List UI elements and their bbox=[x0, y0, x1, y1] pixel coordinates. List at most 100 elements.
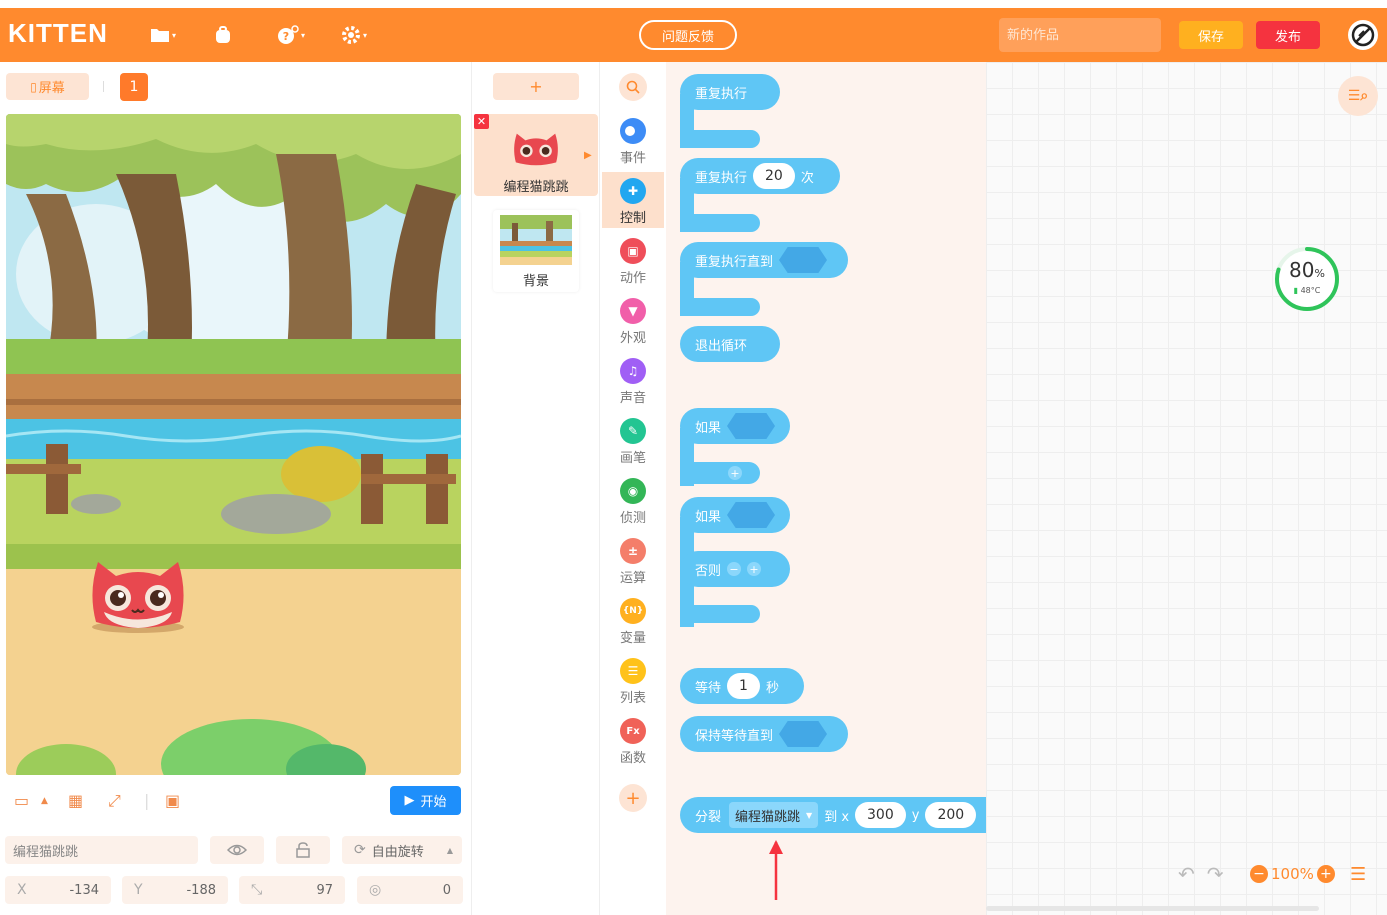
zoom-in-button[interactable]: + bbox=[1316, 865, 1335, 883]
size-field[interactable]: ⤡ 97 bbox=[239, 876, 345, 904]
block-unit: 秒 bbox=[765, 680, 779, 696]
help-menu[interactable]: ? ▾ bbox=[277, 24, 305, 46]
clone-y-input[interactable]: 200 bbox=[925, 802, 977, 828]
play-icon: ▶ bbox=[404, 793, 415, 808]
delete-sprite-icon[interactable]: ✕ bbox=[474, 114, 489, 129]
category-lists[interactable]: ☰ 列表 bbox=[602, 652, 664, 708]
stage-scene bbox=[6, 114, 461, 775]
block-search-button[interactable] bbox=[619, 73, 647, 101]
category-functions[interactable]: Fx 函数 bbox=[602, 712, 664, 768]
sprite-card-selected[interactable]: ▶ 编程猫跳跳 bbox=[474, 114, 598, 196]
y-label: Y bbox=[134, 882, 143, 898]
zoom-out-button[interactable]: − bbox=[1250, 865, 1268, 883]
category-pen[interactable]: ✎ 画笔 bbox=[602, 412, 664, 468]
block-header: 重复执行直到 bbox=[680, 242, 848, 278]
direction-value: 0 bbox=[442, 882, 451, 898]
gauge-temp-value: 48°C bbox=[1300, 286, 1321, 295]
add-extension-button[interactable]: + bbox=[619, 784, 647, 812]
unlock-icon bbox=[296, 842, 310, 858]
user-avatar-icon bbox=[1351, 23, 1375, 47]
help-icon: ? bbox=[278, 25, 299, 44]
settings-menu[interactable]: ▾ bbox=[341, 24, 367, 46]
repeat-count-input[interactable]: 20 bbox=[753, 163, 795, 189]
category-label: 运算 bbox=[619, 571, 646, 586]
workspace-search-button[interactable]: ☰⌕ bbox=[1338, 76, 1378, 116]
x-field[interactable]: X -134 bbox=[5, 876, 111, 904]
category-control[interactable]: ✚ 控制 bbox=[602, 172, 664, 228]
start-button[interactable]: ▶ 开始 bbox=[390, 786, 461, 815]
align-button[interactable]: ☰ bbox=[1350, 862, 1366, 886]
sprite-name-field[interactable]: 编程猫跳跳 bbox=[5, 836, 198, 864]
fullscreen-icon[interactable]: ⤢ bbox=[108, 791, 121, 811]
gamepad-icon: ✚ bbox=[620, 178, 646, 204]
screen-icon: ▯ bbox=[30, 79, 37, 94]
backpack-icon bbox=[216, 26, 230, 43]
add-sprite-button[interactable]: + bbox=[493, 73, 579, 100]
category-label: 外观 bbox=[619, 331, 646, 346]
category-events[interactable]: 事件 bbox=[602, 112, 664, 168]
horizontal-scrollbar[interactable] bbox=[986, 906, 1319, 911]
redo-icon[interactable]: ↷ bbox=[1207, 862, 1224, 886]
lock-toggle[interactable] bbox=[276, 836, 330, 864]
shirt-icon: ▼ bbox=[620, 298, 646, 324]
zoom-controls: − 100% + bbox=[1250, 862, 1335, 886]
folder-menu[interactable]: ▾ bbox=[150, 24, 176, 46]
condition-slot[interactable] bbox=[779, 721, 828, 747]
block-label: 保持等待直到 bbox=[695, 728, 774, 744]
device-icon[interactable]: ▭ bbox=[14, 791, 29, 810]
rotation-mode-select[interactable]: ⟳ 自由旋转 ▲ bbox=[342, 836, 462, 864]
block-header: 重复执行 bbox=[680, 74, 780, 110]
save-button[interactable]: 保存 bbox=[1179, 21, 1243, 49]
y-field[interactable]: Y -188 bbox=[122, 876, 228, 904]
category-sound[interactable]: ♫ 声音 bbox=[602, 352, 664, 408]
app-logo[interactable]: KITTEN bbox=[8, 18, 108, 49]
chevron-down-icon: ▾ bbox=[363, 30, 368, 40]
user-avatar[interactable] bbox=[1348, 20, 1378, 50]
add-branch-button[interactable]: + bbox=[728, 466, 742, 480]
grid-icon[interactable]: ▦ bbox=[68, 791, 83, 810]
condition-slot[interactable] bbox=[727, 413, 776, 439]
project-title-input[interactable] bbox=[999, 18, 1161, 52]
stage-canvas[interactable] bbox=[6, 114, 461, 775]
chevron-down-icon: ▾ bbox=[301, 30, 306, 40]
chevron-right-icon[interactable]: ▶ bbox=[584, 150, 592, 161]
category-sensing[interactable]: ◉ 侦测 bbox=[602, 472, 664, 528]
background-card[interactable]: 背景 bbox=[493, 210, 579, 292]
page-number-button[interactable]: 1 bbox=[120, 73, 148, 101]
category-label: 列表 bbox=[619, 691, 646, 706]
chevron-up-icon[interactable]: ▲ bbox=[41, 796, 48, 806]
category-operators[interactable]: ± 运算 bbox=[602, 532, 664, 588]
feedback-button[interactable]: 问题反馈 bbox=[639, 20, 737, 50]
category-motion[interactable]: ▣ 动作 bbox=[602, 232, 664, 288]
remove-branch-button[interactable]: − bbox=[727, 562, 742, 576]
folder-icon bbox=[151, 29, 169, 42]
direction-field[interactable]: ◎ 0 bbox=[357, 876, 463, 904]
condition-slot[interactable] bbox=[779, 247, 828, 273]
block-label: 退出循环 bbox=[695, 338, 748, 354]
gauge-temperature: ▮ 48°C bbox=[1274, 286, 1340, 295]
app-root: KITTEN ▾ ? ▾ ▾ 问题反馈 保存 发布 ▯ 屏幕 1 bbox=[0, 0, 1387, 915]
category-label: 画笔 bbox=[619, 451, 646, 466]
backpack-button[interactable] bbox=[213, 24, 233, 46]
screen-button[interactable]: ▯ 屏幕 bbox=[6, 73, 89, 100]
function-icon: Fx bbox=[620, 718, 646, 744]
visibility-toggle[interactable] bbox=[210, 836, 264, 864]
category-label: 事件 bbox=[619, 151, 646, 166]
play-preview-icon[interactable]: ▣ bbox=[165, 791, 180, 810]
clone-x-input[interactable]: 300 bbox=[855, 802, 906, 828]
block-label: 重复执行直到 bbox=[695, 254, 774, 270]
condition-slot[interactable] bbox=[727, 502, 776, 528]
category-label: 函数 bbox=[619, 751, 646, 766]
block-label: 如果 bbox=[695, 420, 722, 436]
category-looks[interactable]: ▼ 外观 bbox=[602, 292, 664, 348]
publish-button[interactable]: 发布 bbox=[1256, 21, 1320, 49]
block-category-panel: 事件 ✚ 控制 ▣ 动作 ▼ 外观 ♫ 声音 ✎ 画笔 ◉ 侦测 ± 运算 {N… bbox=[600, 62, 666, 915]
block-label: 重复执行 bbox=[695, 170, 748, 186]
wait-seconds-input[interactable]: 1 bbox=[727, 673, 760, 699]
add-branch-button[interactable]: + bbox=[747, 562, 762, 576]
math-icon: ± bbox=[620, 538, 646, 564]
code-workspace[interactable]: ☰⌕ 80% ▮ 48°C ↶ ↷ − 100% + ☰ bbox=[986, 62, 1387, 915]
category-variables[interactable]: {N} 变量 bbox=[602, 592, 664, 648]
undo-icon[interactable]: ↶ bbox=[1178, 862, 1195, 886]
clone-target-dropdown[interactable]: 编程猫跳跳 ▼ bbox=[729, 802, 819, 828]
